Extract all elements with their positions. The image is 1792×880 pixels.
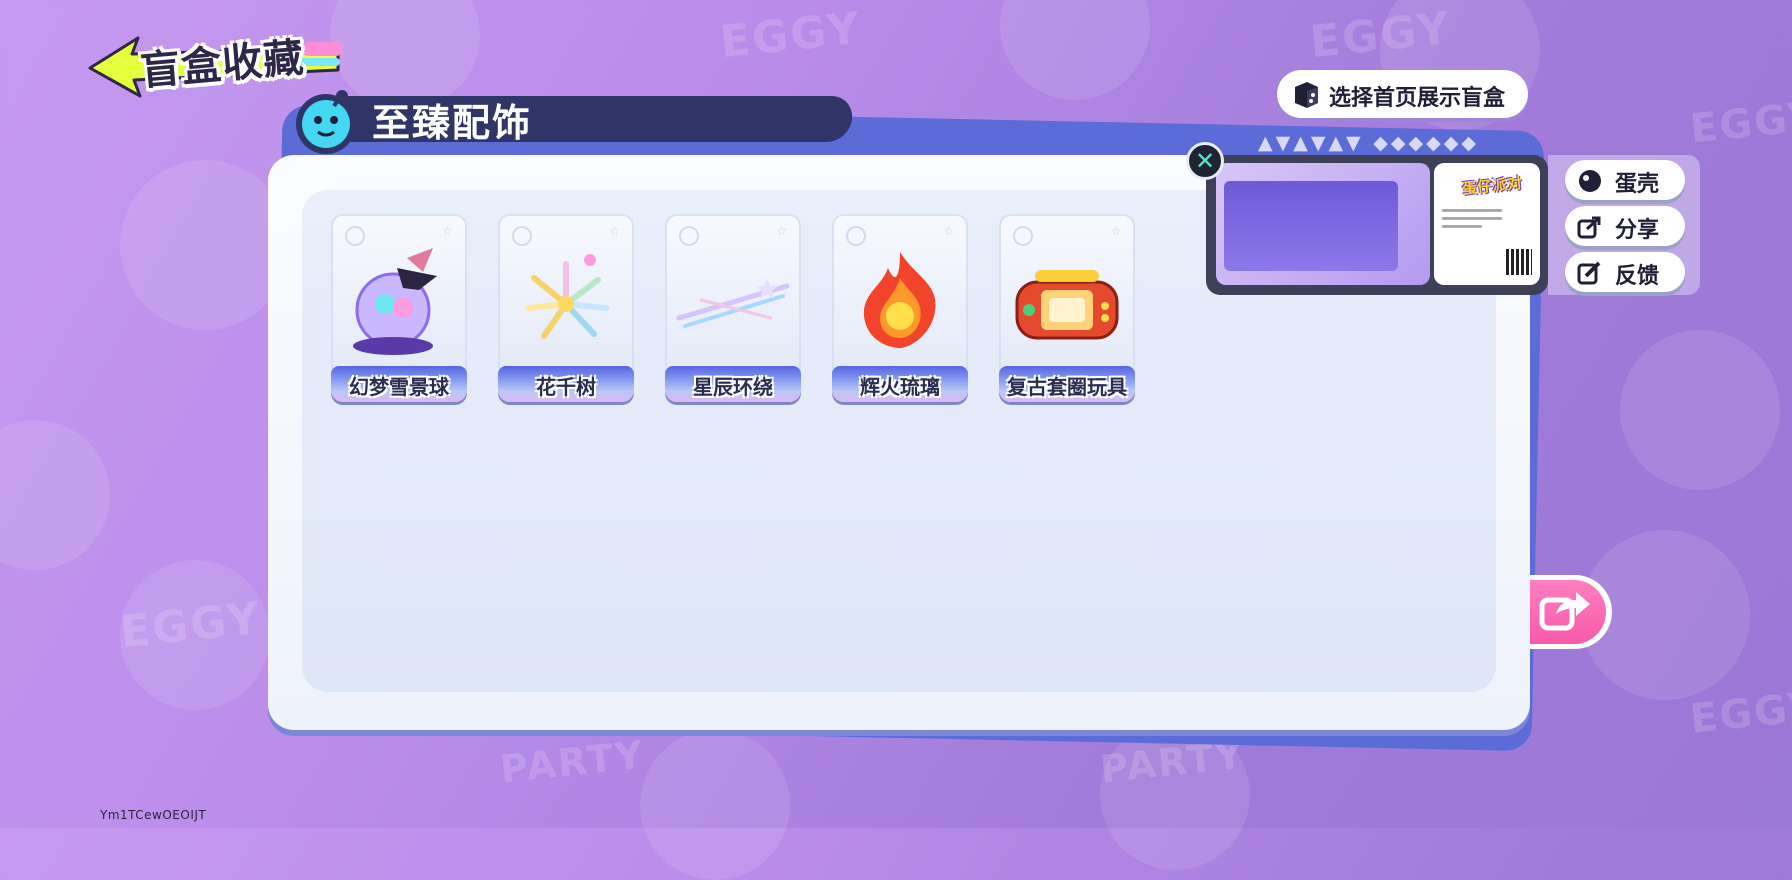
feedback-label: 反馈 xyxy=(1615,264,1660,289)
retro-console-icon xyxy=(1015,270,1119,340)
box-icon xyxy=(1295,82,1318,108)
card-corner-glyph: ☆ xyxy=(442,224,453,238)
close-preview-button[interactable]: ✕ xyxy=(1186,142,1224,180)
panel-deco-text: ▲▼▲▼▲▼ ◆◆◆◆◆◆ xyxy=(1258,132,1479,154)
share-export-button[interactable] xyxy=(1530,575,1612,649)
item-card-star-ring[interactable]: ☆ 星辰环绕 xyxy=(665,214,801,402)
share-button[interactable]: 分享 xyxy=(1565,206,1685,246)
card-corner-glyph: ☆ xyxy=(776,224,787,238)
item-card-retro-toy[interactable]: ☆ 复古套圈玩具 xyxy=(999,214,1135,402)
flower-firework-icon xyxy=(525,254,609,339)
choose-display-box-button[interactable]: 选择首页展示盲盒 xyxy=(1277,70,1528,118)
preview-info-card: 蛋仔派对 xyxy=(1434,163,1540,285)
item-name: 花千树 xyxy=(536,375,596,399)
item-name: 复古套圈玩具 xyxy=(1007,375,1127,399)
egg-shell-button[interactable]: 蛋壳 xyxy=(1565,160,1685,200)
qr-code-icon xyxy=(1506,249,1532,275)
mascot-icon xyxy=(296,90,356,154)
share-label: 分享 xyxy=(1615,218,1660,243)
user-id-watermark: Ym1TCewOEOIJT xyxy=(100,808,207,822)
item-card-flower-tree[interactable]: ☆ 花千树 xyxy=(498,214,634,402)
preview-collection-image xyxy=(1216,163,1430,285)
choose-display-box-label: 选择首页展示盲盒 xyxy=(1329,86,1506,111)
card-corner-glyph: ☆ xyxy=(609,224,620,238)
share-preview: 蛋仔派对 xyxy=(1206,155,1548,295)
egg-shell-label: 蛋壳 xyxy=(1615,172,1660,197)
preview-game-title: 蛋仔派对 xyxy=(1461,173,1523,199)
feedback-button[interactable]: 反馈 xyxy=(1565,252,1685,292)
item-name: 辉火琉璃 xyxy=(860,375,940,399)
category-title: 至臻配饰 xyxy=(372,101,533,145)
egg-shell-icon xyxy=(1579,170,1601,192)
star-ring-icon xyxy=(676,278,790,328)
share-export-button-fill xyxy=(1530,580,1606,644)
card-corner-glyph: ☆ xyxy=(1110,224,1121,238)
preview-text-lines xyxy=(1442,209,1502,233)
item-name: 幻梦雪景球 xyxy=(349,375,449,399)
fire-icon xyxy=(863,252,936,348)
close-icon: ✕ xyxy=(1194,147,1216,175)
share-arrow-icon xyxy=(1539,592,1590,631)
feedback-icon xyxy=(1577,261,1601,285)
preview-grid xyxy=(1224,181,1398,271)
card-corner-glyph: ☆ xyxy=(943,224,954,238)
item-card-snow-globe[interactable]: ☆ 幻梦雪景球 xyxy=(331,214,467,402)
share-icon xyxy=(1577,216,1601,239)
snow-globe-icon xyxy=(353,248,437,355)
item-card-fire-glass[interactable]: ☆ 辉火琉璃 xyxy=(832,214,968,402)
item-name: 星辰环绕 xyxy=(693,375,773,399)
